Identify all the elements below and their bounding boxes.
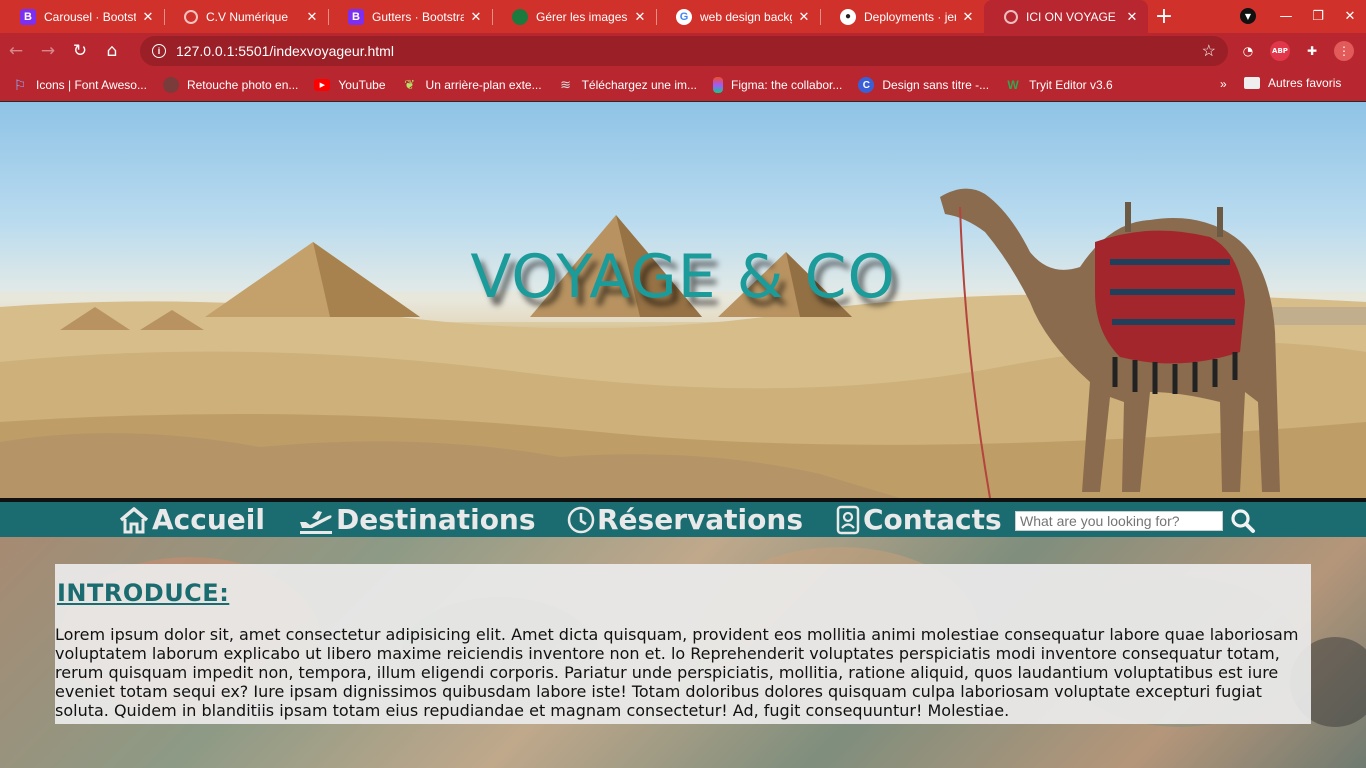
toolbar: ← → ↻ ⌂ i 127.0.0.1:5501/indexvoyageur.h… <box>0 33 1366 69</box>
new-tab-button[interactable]: + <box>1148 0 1180 33</box>
search-icon[interactable] <box>1230 508 1256 534</box>
site-logo-icon <box>512 8 528 25</box>
tab-cv-numerique[interactable]: C.V Numérique ✕ <box>164 0 328 33</box>
bookmark-label: YouTube <box>338 78 386 92</box>
extension-speed-icon[interactable]: ◔ <box>1238 41 1258 61</box>
bookmark-font-awesome[interactable]: ⚐ Icons | Font Aweso... <box>12 77 147 93</box>
adblock-icon[interactable]: ABP <box>1270 41 1290 61</box>
bookmark-arriere-plan[interactable]: ❦ Un arrière-plan exte... <box>402 77 542 93</box>
nav-label: Accueil <box>152 503 265 536</box>
home-icon <box>119 506 149 533</box>
site-title: VOYAGE & CO <box>470 242 896 312</box>
bookmark-label: Un arrière-plan exte... <box>425 78 542 92</box>
address-bar[interactable]: i 127.0.0.1:5501/indexvoyageur.html ☆ <box>140 36 1228 66</box>
photo-editor-icon <box>162 77 179 93</box>
tab-title: web design backgr <box>700 9 792 24</box>
close-window-icon[interactable]: ✕ <box>1334 0 1366 33</box>
figma-icon <box>712 77 723 93</box>
tab-title: Carousel · Bootstrap <box>44 9 136 24</box>
menu-kebab-icon[interactable]: ⋮ <box>1334 41 1354 61</box>
canva-icon: C <box>858 77 875 93</box>
chevron-more-icon[interactable]: » <box>1220 77 1227 91</box>
tab-search-icon[interactable]: ▼ <box>1240 8 1256 24</box>
main-navbar: Accueil Destinations Réservations Contac… <box>0 502 1366 537</box>
bookmark-label: Icons | Font Aweso... <box>36 78 147 92</box>
intro-paragraph: Lorem ipsum dolor sit, amet consectetur … <box>55 625 1299 720</box>
bookmark-telechargez[interactable]: ≋ Téléchargez une im... <box>558 77 697 93</box>
url-text[interactable]: 127.0.0.1:5501/indexvoyageur.html <box>176 43 394 59</box>
tab-title: Deployments · jere <box>864 9 956 24</box>
nav-item-contacts[interactable]: Contacts <box>835 502 1002 537</box>
tab-gutters-bootstrap[interactable]: B Gutters · Bootstrap ✕ <box>328 0 492 33</box>
layers-icon: ≋ <box>560 77 572 92</box>
tab-carousel-bootstrap[interactable]: B Carousel · Bootstrap ✕ <box>0 0 164 33</box>
bootstrap-icon: B <box>20 8 36 25</box>
leaf-icon: ❦ <box>404 77 415 92</box>
bookmark-label: Tryit Editor v3.6 <box>1029 78 1113 92</box>
bookmark-label: Retouche photo en... <box>186 78 299 92</box>
reload-icon[interactable]: ↻ <box>64 35 96 67</box>
bookmark-tryit-editor[interactable]: W Tryit Editor v3.6 <box>1005 77 1113 93</box>
flag-icon: ⚐ <box>13 76 27 93</box>
close-icon[interactable]: ✕ <box>304 9 320 25</box>
search-input[interactable] <box>1015 511 1223 531</box>
intro-heading: INTRODUCE: <box>57 579 230 607</box>
close-icon[interactable]: ✕ <box>468 9 484 25</box>
nav-label: Contacts <box>863 503 1002 536</box>
bookmark-label: Téléchargez une im... <box>581 78 697 92</box>
tab-title: ICI ON VOYAGE <box>1026 9 1116 24</box>
globe-icon <box>1004 9 1018 24</box>
bookmark-label: Figma: the collabor... <box>730 78 843 92</box>
web-page: VOYAGE & CO Accueil Destinations Réserva… <box>0 102 1366 768</box>
contact-card-icon <box>836 505 860 534</box>
tab-strip: B Carousel · Bootstrap ✕ C.V Numérique ✕… <box>0 0 1366 33</box>
tab-title: Gérer les images et <box>536 9 628 24</box>
other-bookmarks[interactable]: Autres favoris <box>1244 76 1341 90</box>
close-icon[interactable]: ✕ <box>1124 9 1140 25</box>
forward-icon[interactable]: → <box>32 35 64 67</box>
globe-icon <box>184 9 198 24</box>
google-icon: G <box>676 8 692 25</box>
close-icon[interactable]: ✕ <box>632 9 648 25</box>
extensions-puzzle-icon[interactable]: ✚ <box>1302 41 1322 61</box>
tab-ici-on-voyage[interactable]: ICI ON VOYAGE ✕ <box>984 0 1148 33</box>
folder-icon <box>1244 77 1260 89</box>
restore-icon[interactable]: ❐ <box>1302 0 1334 33</box>
tab-title: Gutters · Bootstrap <box>372 9 464 24</box>
tab-gerer-images[interactable]: Gérer les images et ✕ <box>492 0 656 33</box>
nav-item-reservations[interactable]: Réservations <box>567 502 803 537</box>
bookmark-youtube[interactable]: ▶ YouTube <box>314 78 386 92</box>
youtube-icon: ▶ <box>314 79 331 91</box>
nav-label: Destinations <box>336 503 536 536</box>
minimize-icon[interactable]: — <box>1270 0 1302 33</box>
github-icon: ● <box>840 8 856 25</box>
clock-icon <box>567 506 595 533</box>
info-icon[interactable]: i <box>152 44 166 58</box>
back-icon[interactable]: ← <box>0 35 32 67</box>
nav-label: Réservations <box>597 503 803 536</box>
intro-card: INTRODUCE: Lorem ipsum dolor sit, amet c… <box>55 564 1311 724</box>
bookmark-retouche-photo[interactable]: Retouche photo en... <box>162 77 299 93</box>
close-icon[interactable]: ✕ <box>796 9 812 25</box>
tab-deployments[interactable]: ● Deployments · jere ✕ <box>820 0 984 33</box>
close-icon[interactable]: ✕ <box>140 9 156 25</box>
nav-item-destinations[interactable]: Destinations <box>298 502 536 537</box>
tab-title: C.V Numérique <box>206 9 289 24</box>
plane-departure-icon <box>300 510 332 534</box>
window-controls: — ❐ ✕ <box>1270 0 1366 33</box>
bootstrap-icon: B <box>348 8 364 25</box>
bookmarks-bar: ⚐ Icons | Font Aweso... Retouche photo e… <box>0 69 1366 101</box>
nav-item-accueil[interactable]: Accueil <box>118 502 265 537</box>
bookmark-figma[interactable]: Figma: the collabor... <box>712 77 843 93</box>
close-icon[interactable]: ✕ <box>960 9 976 25</box>
bookmark-canva[interactable]: C Design sans titre -... <box>858 77 989 93</box>
bookmark-star-icon[interactable]: ☆ <box>1202 41 1216 61</box>
w3schools-icon: W <box>1007 78 1019 92</box>
tab-google-search[interactable]: G web design backgr ✕ <box>656 0 820 33</box>
other-bookmarks-label: Autres favoris <box>1268 76 1342 90</box>
bookmark-label: Design sans titre -... <box>882 78 990 92</box>
home-button-icon[interactable]: ⌂ <box>96 35 128 67</box>
hero-banner: VOYAGE & CO <box>0 102 1366 498</box>
